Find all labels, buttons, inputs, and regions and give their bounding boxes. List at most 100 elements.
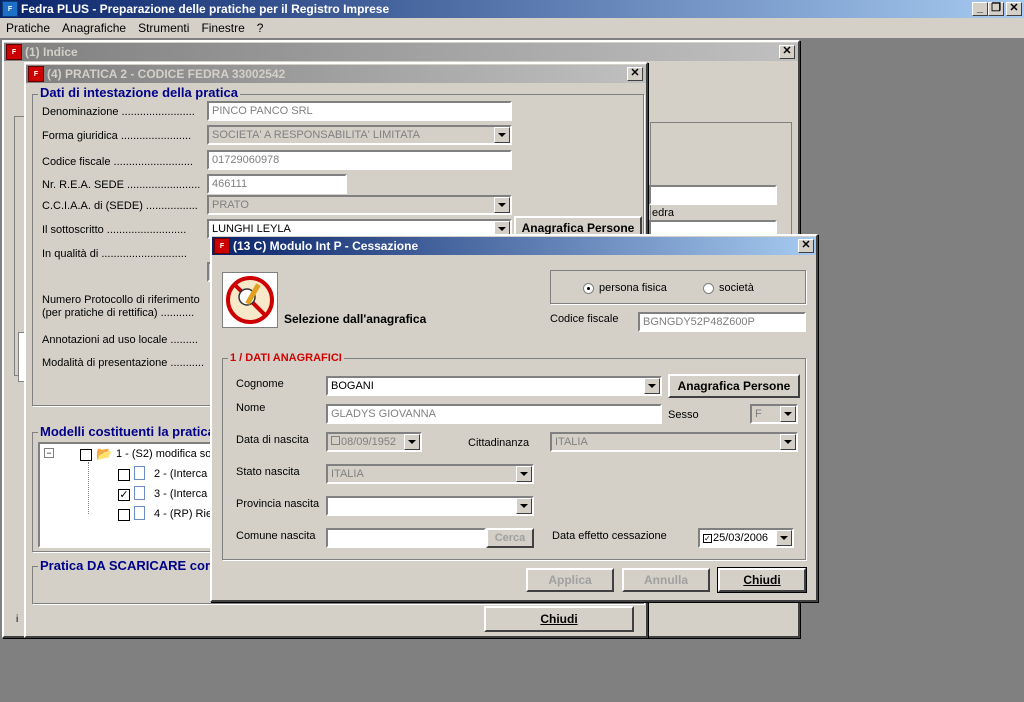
modalita-label: Modalità di presentazione ........... bbox=[42, 357, 205, 369]
dialog-cessazione: F (13 C) Modulo Int P - Cessazione ✕ Sel… bbox=[210, 234, 818, 602]
codice-fiscale-field[interactable]: 01729060978 bbox=[207, 150, 512, 170]
checkbox-icon[interactable] bbox=[331, 436, 340, 445]
dati-anagrafici-title: 1 / DATI ANAGRAFICI bbox=[228, 352, 344, 364]
pratica-title-bar[interactable]: F (4) PRATICA 2 - CODICE FEDRA 33002542 bbox=[26, 65, 646, 83]
selezione-label: Selezione dall'anagrafica bbox=[284, 312, 427, 326]
protocollo-label-2: (per pratiche di rettifica) ........... bbox=[42, 307, 195, 319]
cciaa-label: C.C.I.A.A. di (SEDE) ................. bbox=[42, 200, 198, 212]
tree-checkbox-3[interactable]: ✓ bbox=[118, 489, 130, 501]
tree-item-1[interactable]: 1 - (S2) modifica so bbox=[116, 448, 211, 460]
tree-checkbox-2[interactable] bbox=[118, 469, 130, 481]
data-effetto-field[interactable]: ✓ 25/03/2006 bbox=[698, 528, 794, 548]
provincia-nascita-select[interactable] bbox=[326, 496, 534, 516]
tree-collapse-toggle[interactable]: − bbox=[44, 448, 54, 458]
chevron-down-icon[interactable] bbox=[404, 434, 420, 450]
radio-persona-fisica[interactable] bbox=[583, 283, 594, 294]
menu-strumenti[interactable]: Strumenti bbox=[138, 21, 189, 35]
annotazioni-label: Annotazioni ad uso locale ......... bbox=[42, 334, 198, 346]
dialog-title-bar[interactable]: F (13 C) Modulo Int P - Cessazione bbox=[212, 237, 816, 255]
indice-footer-text: i bbox=[16, 614, 19, 625]
intestazione-title: Dati di intestazione della pratica bbox=[38, 85, 240, 100]
denominazione-field[interactable]: PINCO PANCO SRL bbox=[207, 101, 512, 121]
indice-title-bar[interactable]: F (1) Indice bbox=[4, 43, 798, 61]
forma-giuridica-select[interactable]: SOCIETA' A RESPONSABILITA' LIMITATA bbox=[207, 125, 512, 145]
chevron-down-icon[interactable] bbox=[516, 498, 532, 514]
chevron-down-icon[interactable] bbox=[780, 406, 796, 422]
indice-side-text: edra bbox=[652, 207, 675, 219]
qualita-label: In qualità di ..........................… bbox=[42, 248, 187, 260]
codice-fiscale-dialog-field[interactable]: BGNGDY52P48Z600P bbox=[638, 312, 806, 332]
protocollo-label-1: Numero Protocollo di riferimento bbox=[42, 294, 200, 306]
menu-help[interactable]: ? bbox=[257, 21, 264, 35]
comune-nascita-field[interactable] bbox=[326, 528, 486, 548]
cf-label: Codice fiscale .........................… bbox=[42, 156, 193, 168]
close-indice-button[interactable]: ✕ bbox=[779, 45, 795, 59]
chiudi-dialog-button[interactable]: Chiudi bbox=[717, 567, 807, 593]
nome-field[interactable]: GLADYS GIOVANNA bbox=[326, 404, 662, 424]
cciaa-select[interactable]: PRATO bbox=[207, 195, 512, 215]
close-pratica-button[interactable]: ✕ bbox=[627, 67, 643, 81]
cerca-button[interactable]: Cerca bbox=[486, 528, 534, 548]
document-icon bbox=[134, 486, 145, 500]
chevron-down-icon[interactable] bbox=[644, 378, 660, 394]
anagrafica-persone-button[interactable]: Anagrafica Persone bbox=[668, 374, 800, 398]
chevron-down-icon[interactable] bbox=[494, 127, 510, 143]
rea-field[interactable]: 466111 bbox=[207, 174, 347, 194]
applica-button[interactable]: Applica bbox=[526, 568, 614, 592]
tree-checkbox-4[interactable] bbox=[118, 509, 130, 521]
chevron-down-icon[interactable] bbox=[780, 434, 796, 450]
scaricare-title: Pratica DA SCARICARE cor bbox=[38, 558, 213, 573]
denominazione-label: Denominazione ........................ bbox=[42, 106, 195, 118]
minimize-button[interactable]: _ bbox=[972, 2, 988, 16]
stato-nascita-select[interactable]: ITALIA bbox=[326, 464, 534, 484]
folder-icon: 📂 bbox=[96, 446, 113, 461]
chevron-down-icon[interactable] bbox=[776, 530, 792, 546]
chiudi-pratica-button[interactable]: Chiudi bbox=[484, 606, 634, 632]
cittadinanza-label: Cittadinanza bbox=[468, 437, 530, 449]
fedra-icon: F bbox=[28, 66, 44, 82]
data-nascita-label: Data di nascita bbox=[236, 434, 309, 446]
tree-item-3[interactable]: 3 - (Interca bbox=[154, 488, 207, 500]
anagrafica-logo-icon[interactable] bbox=[222, 272, 278, 328]
nome-label: Nome bbox=[236, 402, 266, 414]
app-title-bar[interactable]: F Fedra PLUS - Preparazione delle pratic… bbox=[0, 0, 1024, 18]
fedra-icon: F bbox=[6, 44, 22, 60]
document-icon bbox=[134, 466, 145, 480]
sesso-select[interactable]: F bbox=[750, 404, 798, 424]
cittadinanza-select[interactable]: ITALIA bbox=[550, 432, 798, 452]
chevron-down-icon[interactable] bbox=[516, 466, 532, 482]
restore-button[interactable]: ❐ bbox=[988, 2, 1004, 16]
modelli-tree[interactable]: − 📂 1 - (S2) modifica so 2 - (Interca ✓ … bbox=[38, 442, 214, 548]
app-icon: F bbox=[2, 1, 18, 17]
menu-finestre[interactable]: Finestre bbox=[201, 21, 244, 35]
sesso-label: Sesso bbox=[668, 409, 699, 421]
chevron-down-icon[interactable] bbox=[494, 197, 510, 213]
cognome-select[interactable]: BOGANI bbox=[326, 376, 662, 396]
cognome-label: Cognome bbox=[236, 378, 284, 390]
indice-field-1[interactable] bbox=[649, 185, 777, 205]
sottoscritto-label: Il sottoscritto ........................… bbox=[42, 224, 187, 236]
tipo-soggetto-group: persona fisica società bbox=[550, 270, 806, 304]
annulla-button[interactable]: Annulla bbox=[622, 568, 710, 592]
close-app-button[interactable]: ✕ bbox=[1006, 2, 1022, 16]
data-nascita-field[interactable]: 08/09/1952 bbox=[326, 432, 422, 452]
codice-fiscale-label: Codice fiscale bbox=[550, 313, 619, 325]
dialog-title: (13 C) Modulo Int P - Cessazione bbox=[233, 239, 419, 253]
tree-item-4[interactable]: 4 - (RP) Rie bbox=[154, 508, 212, 520]
tree-item-2[interactable]: 2 - (Interca bbox=[154, 468, 207, 480]
fedra-icon: F bbox=[214, 238, 230, 254]
rea-label: Nr. R.E.A. SEDE ........................ bbox=[42, 179, 201, 191]
comune-nascita-label: Comune nascita bbox=[236, 530, 316, 542]
societa-label[interactable]: società bbox=[719, 282, 754, 294]
menu-pratiche[interactable]: Pratiche bbox=[6, 21, 50, 35]
menu-anagrafiche[interactable]: Anagrafiche bbox=[62, 21, 126, 35]
modelli-title: Modelli costituenti la pratica bbox=[38, 424, 217, 439]
checkbox-icon[interactable]: ✓ bbox=[703, 534, 712, 543]
tree-checkbox-1[interactable] bbox=[80, 449, 92, 461]
tree-branch-line bbox=[88, 462, 89, 514]
close-dialog-button[interactable]: ✕ bbox=[798, 239, 814, 253]
persona-fisica-label[interactable]: persona fisica bbox=[599, 282, 667, 294]
radio-societa[interactable] bbox=[703, 283, 714, 294]
stato-nascita-label: Stato nascita bbox=[236, 466, 300, 478]
indice-title: (1) Indice bbox=[25, 45, 78, 59]
